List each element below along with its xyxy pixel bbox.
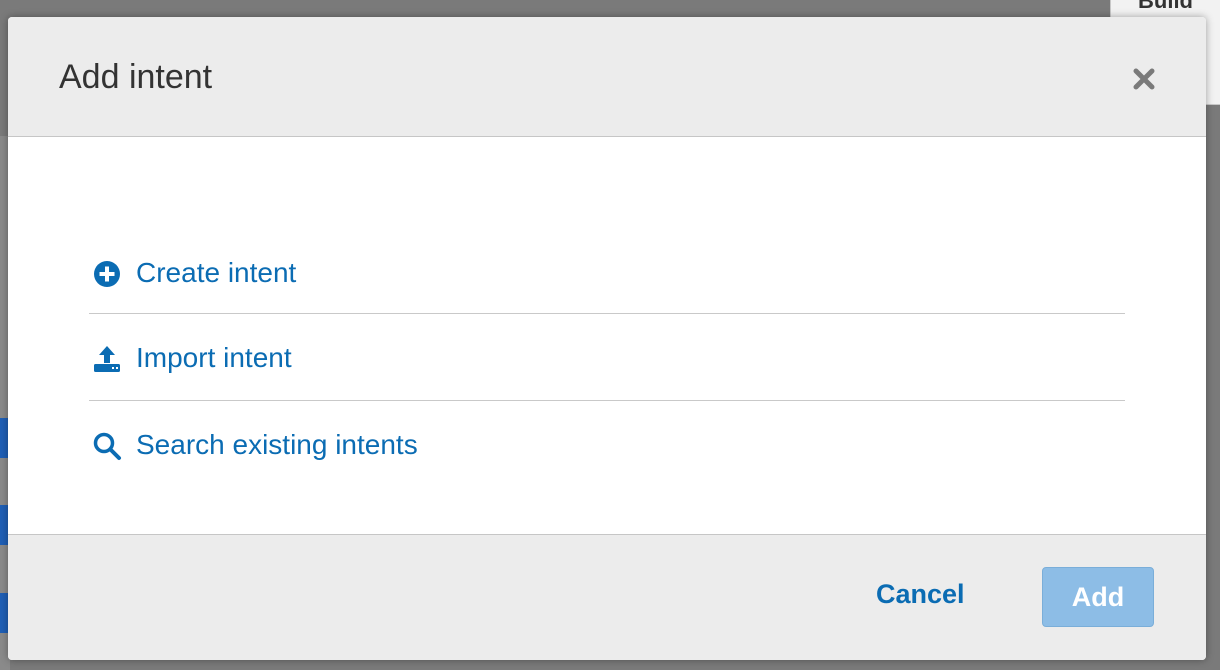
option-label: Import intent bbox=[136, 342, 292, 373]
add-button[interactable]: Add bbox=[1042, 567, 1154, 627]
dialog-footer: Cancel Add bbox=[8, 534, 1206, 660]
option-label: Search existing intents bbox=[136, 429, 418, 460]
option-label: Create intent bbox=[136, 257, 297, 288]
cancel-button[interactable]: Cancel bbox=[876, 579, 965, 610]
close-button[interactable] bbox=[1130, 65, 1158, 93]
option-search-intents[interactable]: Search existing intents bbox=[89, 401, 1125, 487]
search-icon bbox=[93, 432, 121, 460]
option-create-intent[interactable]: Create intent bbox=[89, 241, 1125, 314]
dialog-title: Add intent bbox=[59, 58, 213, 96]
plus-circle-icon bbox=[94, 261, 120, 287]
close-icon bbox=[1133, 68, 1155, 90]
dialog-body: Create intent Import intent Search exist… bbox=[8, 137, 1206, 534]
add-intent-dialog: Add intent Create intent Import intent S… bbox=[8, 17, 1206, 660]
option-import-intent[interactable]: Import intent bbox=[89, 314, 1125, 401]
background-build-label: Build bbox=[1138, 0, 1193, 13]
upload-icon bbox=[94, 346, 120, 372]
dialog-header: Add intent bbox=[8, 17, 1206, 137]
intent-options-list: Create intent Import intent Search exist… bbox=[89, 241, 1125, 487]
